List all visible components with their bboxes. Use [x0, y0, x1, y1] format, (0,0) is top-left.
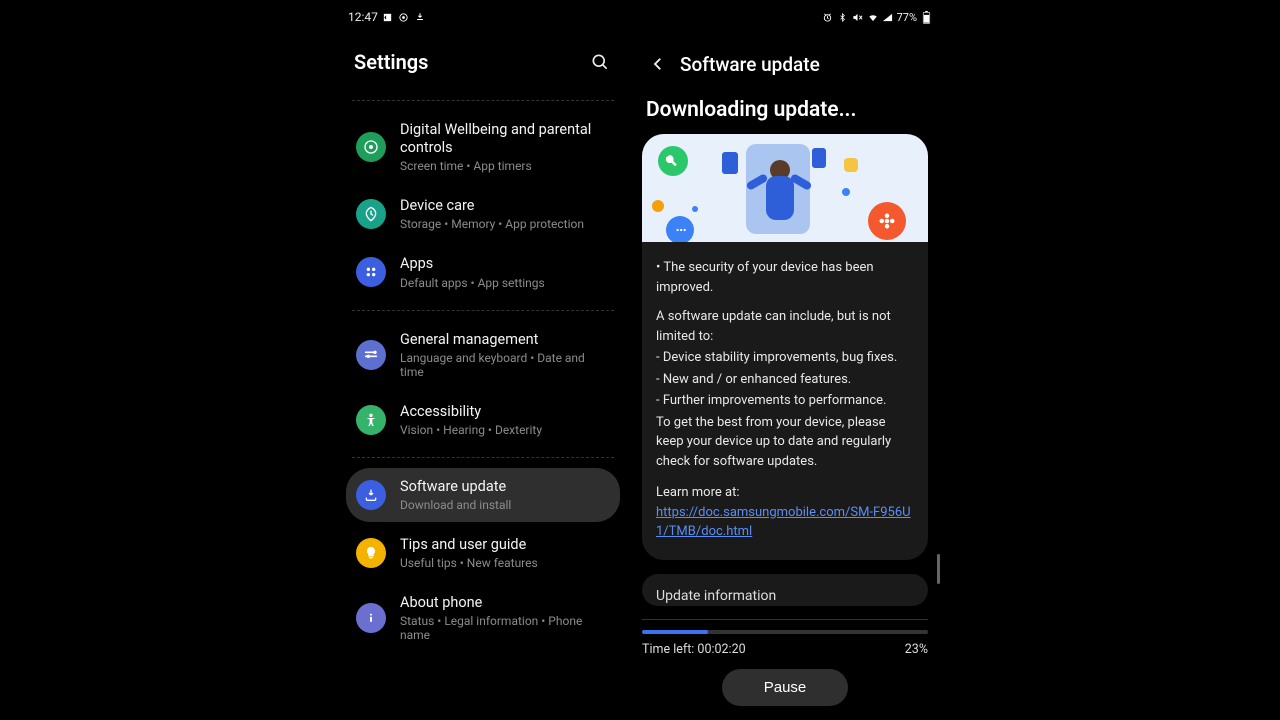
item-title: Accessibility: [400, 403, 610, 421]
item-subtitle: Status • Legal information • Phone name: [400, 614, 610, 642]
downloading-heading: Downloading update...: [646, 98, 928, 122]
pause-button[interactable]: Pause: [722, 669, 849, 706]
update-illustration: [642, 134, 928, 242]
item-subtitle: Default apps • App settings: [400, 276, 610, 290]
item-title: General management: [400, 331, 610, 349]
settings-item-wellbeing[interactable]: Digital Wellbeing and parental controls S…: [346, 111, 620, 183]
settings-item-apps[interactable]: Apps Default apps • App settings: [346, 245, 620, 299]
item-subtitle: Language and keyboard • Date and time: [400, 351, 610, 379]
item-subtitle: Storage • Memory • App protection: [400, 217, 610, 231]
item-title: Apps: [400, 255, 610, 273]
settings-item-about[interactable]: About phone Status • Legal information • …: [346, 584, 620, 652]
settings-item-tips[interactable]: Tips and user guide Useful tips • New fea…: [346, 526, 620, 580]
settings-item-update[interactable]: Software update Download and install: [346, 468, 620, 522]
item-subtitle: Download and install: [400, 498, 610, 512]
item-title: Tips and user guide: [400, 536, 610, 554]
back-button[interactable]: [644, 50, 672, 78]
item-title: Digital Wellbeing and parental controls: [400, 121, 610, 157]
time-left-label: Time left: 00:02:20: [642, 642, 746, 657]
item-title: Device care: [400, 197, 610, 215]
settings-list-pane: Settings Digital Wellbeing and parental …: [338, 0, 628, 720]
update-card: • The security of your device has been i…: [642, 134, 928, 560]
percent-label: 23%: [905, 642, 928, 657]
settings-item-device-care[interactable]: Device care Storage • Memory • App protec…: [346, 187, 620, 241]
settings-item-general[interactable]: General management Language and keyboard …: [346, 321, 620, 389]
progress-bar: [642, 630, 928, 634]
tips-icon: [356, 538, 386, 568]
about-icon: [356, 603, 386, 633]
security-bullet: • The security of your device has been i…: [656, 258, 914, 297]
advice-text: To get the best from your device, please…: [656, 413, 914, 472]
update-information-title: Update information: [656, 588, 776, 604]
search-button[interactable]: [588, 50, 612, 74]
progress-fill: [642, 630, 708, 634]
update-information-card[interactable]: Update information: [642, 574, 928, 606]
include-line-3: - Further improvements to performance.: [656, 391, 914, 411]
apps-icon: [356, 257, 386, 287]
settings-title: Settings: [354, 50, 588, 74]
item-title: Software update: [400, 478, 610, 496]
device-care-icon: [356, 199, 386, 229]
divider: [352, 100, 614, 101]
progress-section: Time left: 00:02:20 23% Pause: [642, 619, 928, 706]
item-subtitle: Useful tips • New features: [400, 556, 610, 570]
item-subtitle: Vision • Hearing • Dexterity: [400, 423, 610, 437]
detail-title: Software update: [680, 53, 820, 76]
include-line-2: - New and / or enhanced features.: [656, 370, 914, 390]
learn-more-label: Learn more at:: [656, 483, 914, 503]
update-icon: [356, 480, 386, 510]
divider: [352, 457, 614, 458]
learn-more-link[interactable]: https://doc.samsungmobile.com/SM-F956U1/…: [656, 505, 911, 540]
item-subtitle: Screen time • App timers: [400, 159, 610, 173]
wellbeing-icon: [356, 132, 386, 162]
settings-item-accessibility[interactable]: Accessibility Vision • Hearing • Dexterit…: [346, 393, 620, 447]
include-intro: A software update can include, but is no…: [656, 307, 914, 346]
item-title: About phone: [400, 594, 610, 612]
scroll-indicator[interactable]: [937, 554, 940, 584]
detail-pane: Software update Downloading update...: [628, 0, 942, 720]
include-line-1: - Device stability improvements, bug fix…: [656, 348, 914, 368]
accessibility-icon: [356, 405, 386, 435]
general-icon: [356, 340, 386, 370]
divider: [352, 310, 614, 311]
